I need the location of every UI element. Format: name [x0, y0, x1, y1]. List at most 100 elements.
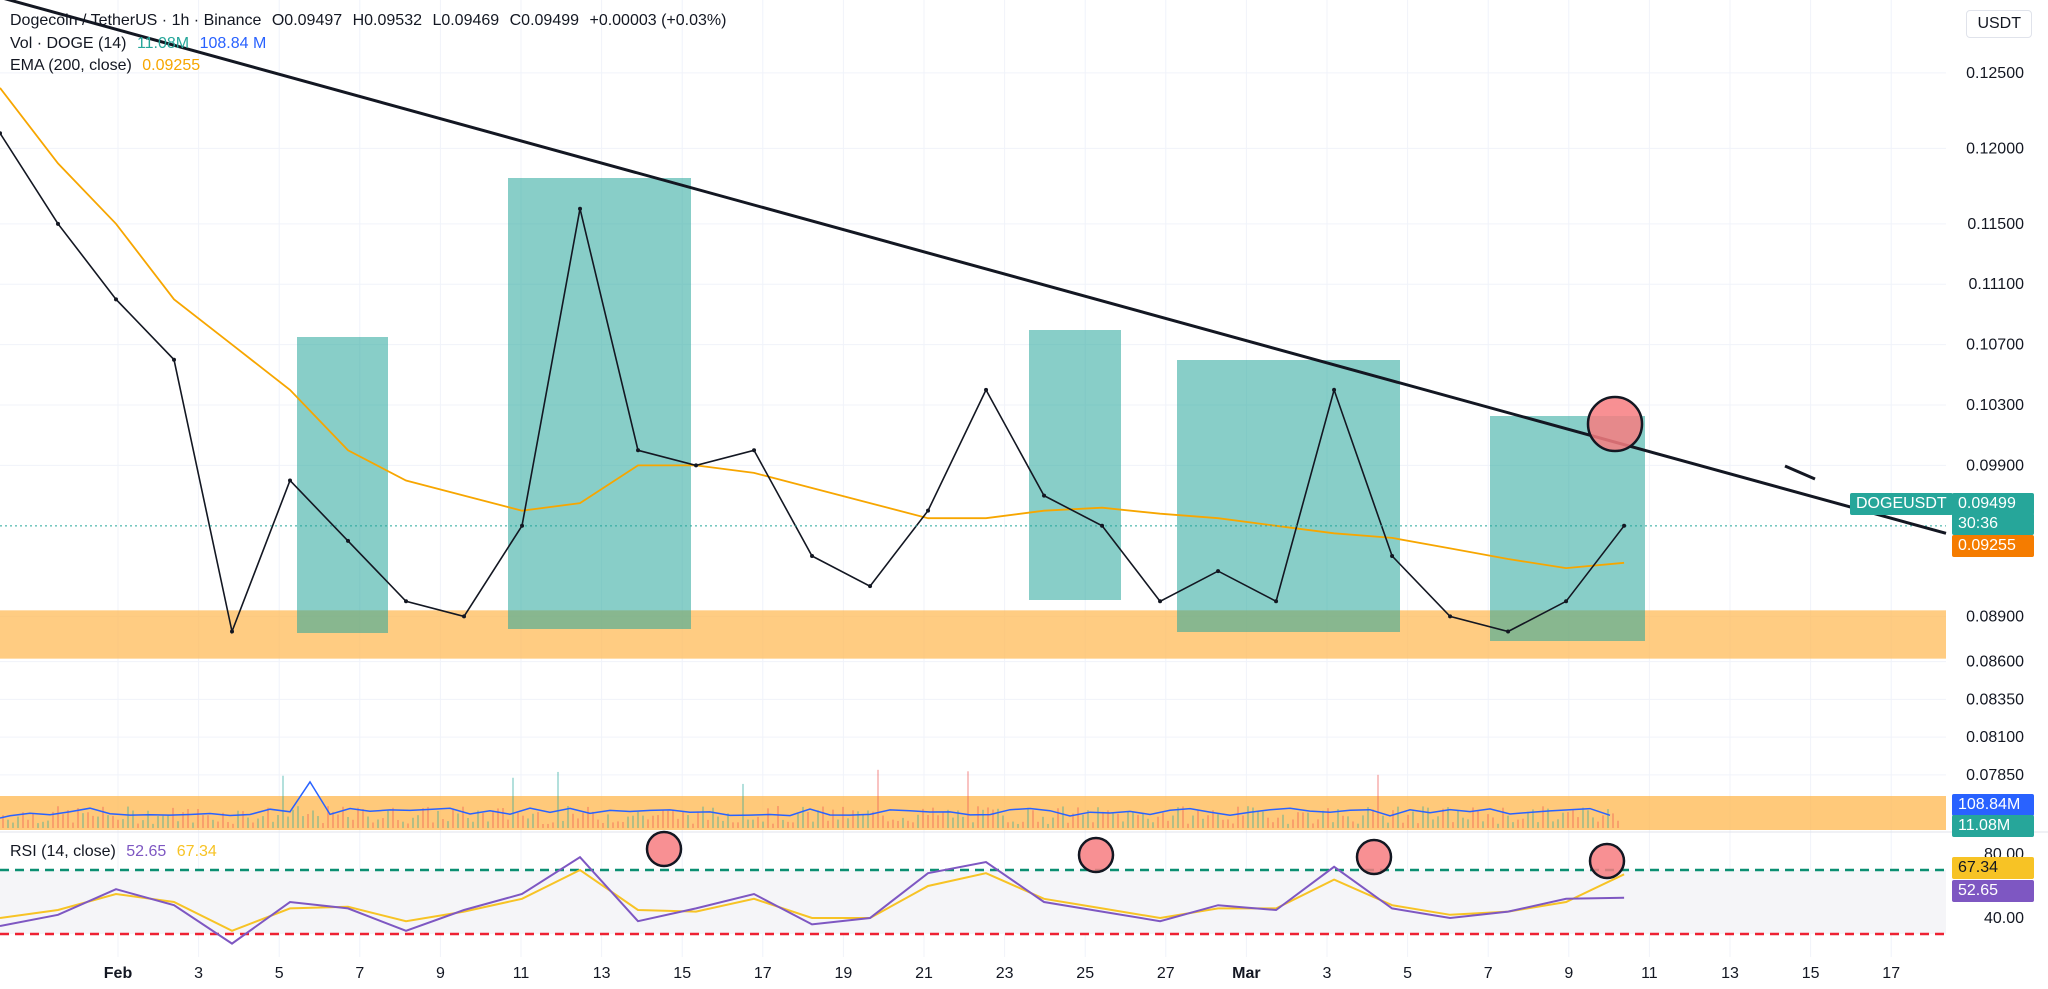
volume-bar	[1557, 819, 1559, 828]
date-tick-label: 27	[1157, 965, 1175, 982]
rsi-peak-circle	[1588, 842, 1626, 880]
volume-tag: 11.08M	[1952, 815, 2034, 837]
price-point	[462, 614, 467, 619]
volume-bar	[642, 815, 644, 828]
volume-bar	[1287, 823, 1289, 828]
date-tick-label: 17	[754, 965, 772, 982]
volume-bar	[1257, 811, 1259, 828]
volume-bar	[612, 822, 614, 828]
volume-bar	[692, 823, 694, 828]
volume-bar	[47, 820, 49, 828]
volume-bar	[1262, 811, 1264, 828]
volume-bar	[407, 823, 409, 828]
volume-bar	[1227, 819, 1229, 828]
volume-bar	[1022, 821, 1024, 828]
volume-bar	[1497, 823, 1499, 828]
volume-bar	[1197, 810, 1199, 828]
volume-bar	[1512, 822, 1514, 828]
volume-bar	[852, 810, 854, 828]
volume-bar	[1252, 807, 1254, 828]
price-tick-label: 0.11100	[1969, 276, 2025, 293]
price-point	[230, 629, 235, 634]
volume-bar	[1217, 814, 1219, 828]
rsi-peak-circle	[1077, 836, 1115, 874]
volume-bar	[377, 819, 379, 828]
volume-bar	[1482, 821, 1484, 828]
volume-bar	[397, 819, 399, 828]
volume-bar	[157, 816, 159, 828]
date-tick-label: 9	[1564, 965, 1573, 982]
volume-bar	[282, 775, 284, 828]
volume-bar	[1017, 823, 1019, 828]
volume-bar	[792, 822, 794, 828]
rsi-peak-circle	[645, 830, 683, 868]
rsi-tick-label: 40.00	[1984, 910, 2024, 927]
volume-bar	[1572, 810, 1574, 828]
volume-bar	[122, 819, 124, 828]
volume-bar	[627, 816, 629, 828]
volume-bar	[767, 808, 769, 828]
volume-bar	[1012, 821, 1014, 828]
volume-bar	[322, 823, 324, 828]
ohlc-low: L0.09469	[432, 12, 500, 29]
volume-legend[interactable]: Vol · DOGE (14) 11.08M 108.84 M	[10, 35, 272, 53]
currency-label[interactable]: USDT	[1966, 10, 2032, 38]
date-tick-label: 13	[593, 965, 611, 982]
volume-bar	[632, 815, 634, 828]
volume-bar	[307, 814, 309, 828]
volume-bar	[917, 814, 919, 828]
volume-bar	[597, 819, 599, 828]
volume-bar	[1172, 815, 1174, 828]
volume-bar	[752, 819, 754, 828]
volume-bar	[1377, 774, 1379, 828]
volume-bar	[487, 821, 489, 828]
volume-bar	[1152, 822, 1154, 828]
volume-bar	[1292, 819, 1294, 828]
volume-bar	[1277, 817, 1279, 828]
highlight-box	[1177, 360, 1400, 632]
price-point	[346, 538, 351, 543]
volume-bar	[1047, 823, 1049, 828]
volume-bar	[292, 809, 294, 828]
volume-bar	[887, 821, 889, 828]
volume-bar	[257, 818, 259, 828]
price-tick-label: 0.08600	[1966, 654, 2024, 671]
price-chart[interactable]: 0.12500 0.12000 0.11500 0.11100 0.10700 0.103…	[0, 0, 2048, 989]
highlight-box	[297, 337, 388, 633]
volume-bar	[207, 815, 209, 828]
volume-bar	[782, 819, 784, 828]
volume-bar	[242, 811, 244, 828]
rsi-ma-tag: 67.34	[1952, 857, 2034, 879]
volume-bar	[387, 810, 389, 828]
volume-bar	[422, 808, 424, 828]
volume-bar	[197, 809, 199, 828]
volume-bar	[1477, 810, 1479, 828]
volume-bar	[897, 820, 899, 828]
date-tick-label: 7	[1484, 965, 1493, 982]
volume-bar	[147, 810, 149, 828]
volume-bar	[97, 816, 99, 828]
volume-bar	[1187, 823, 1189, 828]
price-point	[926, 508, 931, 513]
ema-legend[interactable]: EMA (200, close) 0.09255	[10, 57, 206, 75]
rsi-legend[interactable]: RSI (14, close) 52.65 67.34	[10, 843, 223, 861]
volume-bar	[1567, 812, 1569, 828]
volume-bar	[412, 817, 414, 828]
volume-bar	[187, 809, 189, 828]
volume-bar	[847, 818, 849, 828]
volume-bar	[1517, 819, 1519, 828]
rsi-label: RSI (14, close)	[10, 843, 116, 860]
volume-bar	[1232, 823, 1234, 828]
date-tick-label: 7	[355, 965, 364, 982]
volume-bar	[462, 806, 464, 828]
ohlc-change: +0.00003 (+0.03%)	[589, 12, 727, 29]
volume-bar	[1007, 822, 1009, 828]
ema-tag: 0.09255	[1952, 535, 2034, 557]
ema-label: EMA (200, close)	[10, 57, 132, 74]
volume-bar	[452, 809, 454, 828]
volume-bar	[972, 822, 974, 828]
volume-bar	[432, 822, 434, 828]
volume-bar	[712, 807, 714, 828]
volume-bar	[372, 822, 374, 828]
volume-bar	[812, 821, 814, 828]
